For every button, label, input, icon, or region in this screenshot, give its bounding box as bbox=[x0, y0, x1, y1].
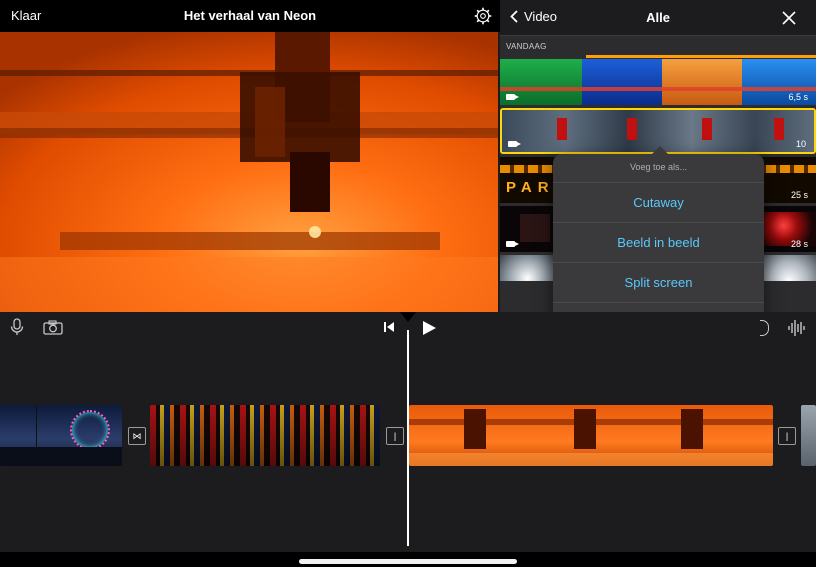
timeline-clip-next[interactable] bbox=[801, 405, 816, 466]
timeline-clip-machine[interactable] bbox=[409, 405, 773, 466]
video-camera-icon bbox=[506, 94, 519, 100]
clip-detail bbox=[627, 118, 637, 140]
video-camera-icon bbox=[508, 141, 521, 147]
option-cutaway[interactable]: Cutaway bbox=[553, 182, 764, 223]
clip-thumb bbox=[762, 255, 816, 281]
option-picture-in-picture[interactable]: Beeld in beeld bbox=[553, 222, 764, 263]
clip-detail bbox=[702, 118, 712, 140]
gear-icon[interactable] bbox=[474, 7, 492, 25]
timeline-clip-neon-signs[interactable] bbox=[150, 405, 380, 466]
play-icon[interactable] bbox=[421, 320, 437, 336]
transition-button[interactable]: | bbox=[386, 427, 404, 445]
camera-icon[interactable] bbox=[43, 320, 63, 335]
clip-thumb bbox=[520, 214, 550, 242]
section-header: VANDAAG bbox=[506, 42, 547, 51]
preview-frame bbox=[0, 32, 498, 312]
tab-all[interactable]: Alle bbox=[500, 10, 816, 25]
playhead[interactable] bbox=[407, 330, 409, 546]
media-clip[interactable]: 6,5 s bbox=[500, 59, 816, 105]
clip-thumb-orange bbox=[662, 59, 742, 105]
clip-duration: 10 bbox=[795, 139, 806, 149]
popover-title: Voeg toe als... bbox=[629, 162, 688, 172]
skip-to-start-icon[interactable] bbox=[383, 321, 395, 333]
transition-button[interactable]: | bbox=[778, 427, 796, 445]
machine-head bbox=[681, 409, 703, 449]
microphone-icon[interactable] bbox=[10, 318, 24, 336]
video-camera-icon bbox=[506, 241, 519, 247]
clip-stripe bbox=[500, 87, 816, 91]
clip-thumb-blue bbox=[582, 59, 662, 105]
audio-waveform-icon[interactable] bbox=[787, 319, 807, 337]
clip-used-marker bbox=[586, 55, 816, 58]
clip-detail bbox=[557, 118, 567, 140]
option-split-screen[interactable]: Split screen bbox=[553, 262, 764, 303]
transition-button[interactable]: ⋈ bbox=[128, 427, 146, 445]
clip-thumb bbox=[500, 255, 555, 281]
bed bbox=[409, 453, 773, 466]
machine-head bbox=[574, 409, 596, 449]
video-preview[interactable] bbox=[0, 32, 498, 312]
clip-thumb-sign: PAR bbox=[506, 179, 555, 196]
clip-duration: 25 s bbox=[790, 190, 808, 200]
ferris-wheel bbox=[70, 410, 110, 450]
clip-detail bbox=[774, 118, 784, 140]
close-icon[interactable] bbox=[781, 10, 797, 26]
timeline-clip-ferris-wheel[interactable] bbox=[0, 405, 122, 466]
shade bbox=[150, 405, 380, 466]
home-indicator[interactable] bbox=[299, 559, 517, 564]
pier bbox=[0, 447, 122, 466]
project-title: Het verhaal van Neon bbox=[183, 8, 317, 23]
playhead-marker[interactable] bbox=[400, 312, 416, 322]
clip-duration: 6,5 s bbox=[788, 92, 808, 102]
clip-duration: 28 s bbox=[790, 239, 808, 249]
machine-head bbox=[464, 409, 486, 449]
